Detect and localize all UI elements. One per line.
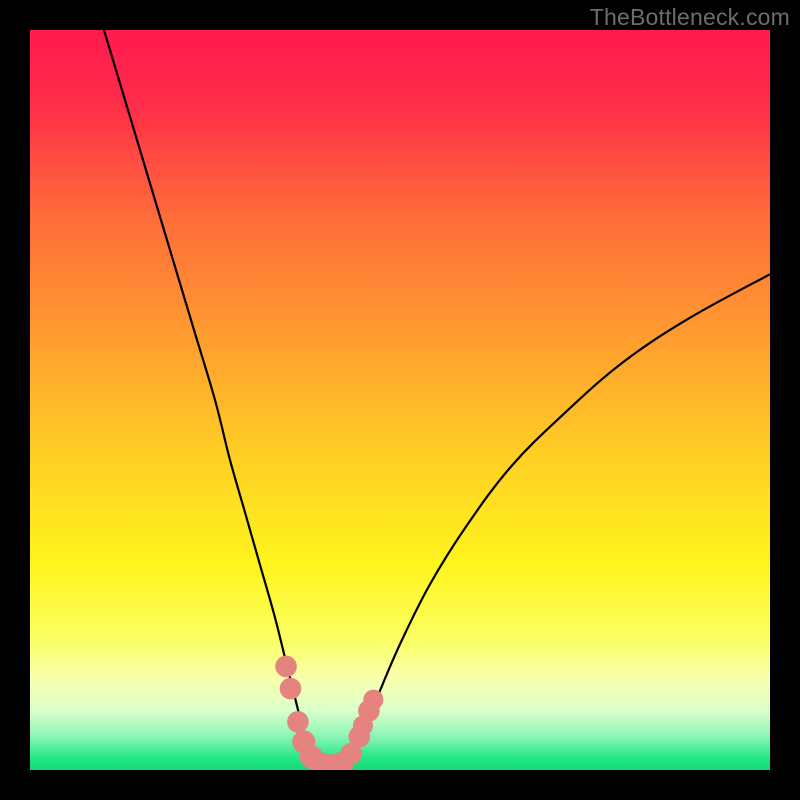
plot-area [30, 30, 770, 770]
curve-marker [287, 711, 309, 733]
curve-marker [363, 690, 383, 710]
curve-marker [275, 656, 297, 678]
bottleneck-curve [30, 30, 770, 770]
curve-path [104, 30, 770, 768]
curve-markers [275, 656, 383, 770]
watermark-text: TheBottleneck.com [590, 4, 790, 31]
chart-frame: TheBottleneck.com [0, 0, 800, 800]
curve-marker [280, 678, 302, 700]
